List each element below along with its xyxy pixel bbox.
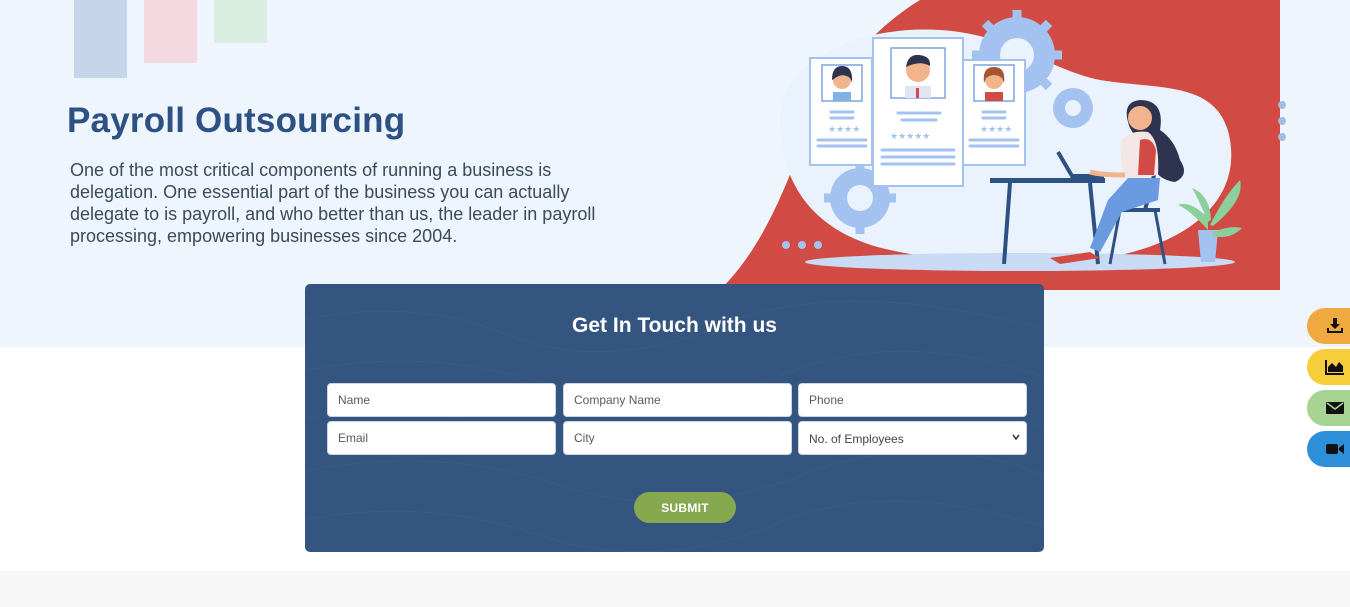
envelope-icon bbox=[1326, 402, 1344, 414]
email-input[interactable] bbox=[327, 421, 556, 455]
employees-select-value: No. of Employees bbox=[809, 432, 904, 446]
decorative-block-blue bbox=[74, 0, 127, 78]
employees-select[interactable]: No. of Employees bbox=[798, 421, 1027, 455]
city-input[interactable] bbox=[563, 421, 792, 455]
chevron-down-icon bbox=[1012, 434, 1020, 441]
area-chart-icon bbox=[1325, 360, 1344, 375]
side-tab-email[interactable] bbox=[1307, 390, 1350, 426]
svg-text:★★★★★: ★★★★★ bbox=[890, 132, 930, 142]
side-tab-download[interactable] bbox=[1307, 308, 1350, 344]
payroll-illustration: ★★★★ ★★★★★ ★★★★ bbox=[720, 0, 1280, 290]
svg-text:★★★★: ★★★★ bbox=[980, 125, 1012, 135]
company-name-input[interactable] bbox=[563, 383, 792, 417]
side-tab-chart[interactable] bbox=[1307, 349, 1350, 385]
side-tab-video[interactable] bbox=[1307, 431, 1350, 467]
decorative-block-pink bbox=[144, 0, 197, 63]
submit-button[interactable]: SUBMIT bbox=[634, 492, 736, 523]
video-camera-icon bbox=[1326, 444, 1344, 454]
phone-input[interactable] bbox=[798, 383, 1027, 417]
hero-description: One of the most critical components of r… bbox=[70, 160, 596, 246]
footer-band bbox=[0, 571, 1350, 607]
decorative-block-green bbox=[214, 0, 267, 43]
name-input[interactable] bbox=[327, 383, 556, 417]
form-title: Get In Touch with us bbox=[572, 314, 777, 337]
download-icon bbox=[1327, 318, 1343, 333]
contact-form: Get In Touch with us No. of Employees SU… bbox=[305, 284, 1044, 552]
page-title: Payroll Outsourcing bbox=[67, 101, 406, 140]
svg-text:★★★★: ★★★★ bbox=[828, 125, 860, 135]
